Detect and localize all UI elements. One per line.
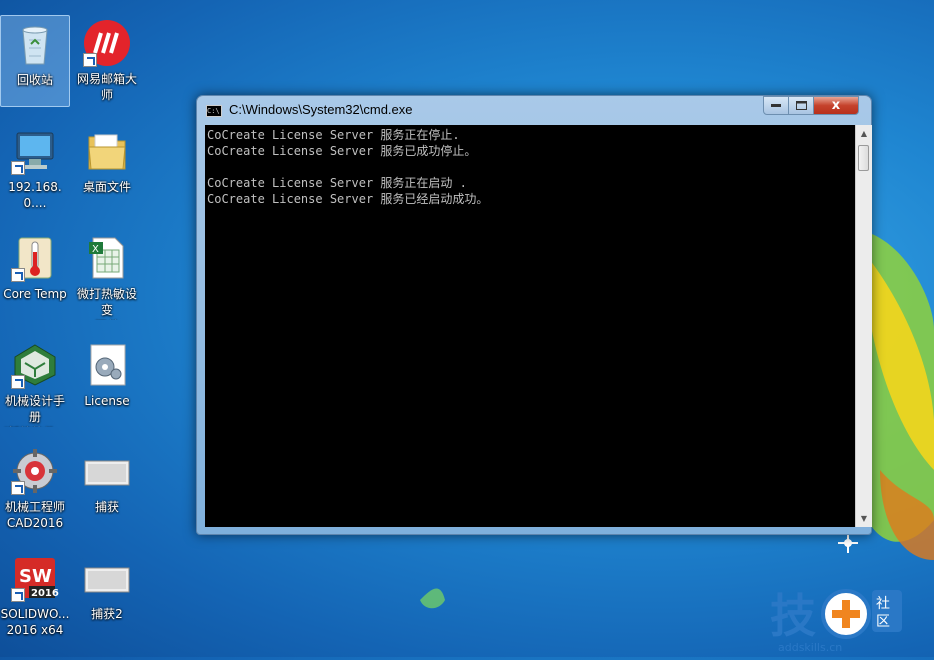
svg-text:X: X <box>92 244 99 255</box>
close-icon: x <box>831 98 841 113</box>
desktop-icon-label: 微打热敏设变 汇总 <box>76 287 137 320</box>
desktop-icon-label: SOLIDWO... 2016 x64 ... <box>0 607 70 640</box>
window-titlebar[interactable]: C:\ C:\Windows\System32\cmd.exe x <box>197 96 871 124</box>
recycle-bin-icon <box>11 20 59 68</box>
desktop-icon-label: 捕获 <box>94 500 119 514</box>
sparkle-decoration <box>838 533 858 553</box>
console-line: CoCreate License Server 服务已经启动成功。 <box>207 192 489 206</box>
watermark-url: addskills.cn <box>778 641 842 654</box>
folder-icon <box>83 127 131 175</box>
desktop-icon-netease-mail[interactable]: 网易邮箱大师 <box>72 15 142 107</box>
desktop-icon-label: 网易邮箱大师 <box>76 72 137 102</box>
desktop-icon-license[interactable]: License <box>72 337 142 429</box>
handbook-app-icon <box>11 341 59 389</box>
console-output[interactable]: CoCreate License Server 服务正在停止. CoCreate … <box>205 125 855 527</box>
cmd-window[interactable]: C:\ C:\Windows\System32\cmd.exe x CoCrea… <box>196 95 872 535</box>
desktop-icon-recycle-bin[interactable]: 回收站 <box>0 15 70 107</box>
image-file-icon <box>83 554 131 602</box>
desktop-icon-capture2[interactable]: 捕获2 <box>72 550 142 642</box>
desktop-icon-network[interactable]: 192.168.0.... <box>0 123 70 215</box>
scroll-down-arrow-icon[interactable]: ▼ <box>856 510 872 527</box>
settings-file-icon <box>83 341 131 389</box>
desktop-icon-solidworks[interactable]: SW 2016 SOLIDWO... 2016 x64 ... <box>0 550 70 642</box>
watermark-logo: 技 社 区 addskills.cn <box>770 589 902 654</box>
shortcut-arrow-icon <box>11 481 25 495</box>
console-line: CoCreate License Server 服务正在停止. <box>207 128 460 142</box>
svg-text:区: 区 <box>876 614 890 630</box>
console-line: CoCreate License Server 服务正在启动 . <box>207 176 467 190</box>
desktop-icon-spreadsheet[interactable]: X 微打热敏设变 汇总 <box>72 230 142 322</box>
desktop-icon-label: 机械设计手册 (新编软件... <box>3 394 67 427</box>
shortcut-arrow-icon <box>11 375 25 389</box>
maximize-icon <box>795 101 807 110</box>
desktop-icon-folder[interactable]: 桌面文件 <box>72 123 142 215</box>
minimize-icon <box>771 103 781 107</box>
console-line: CoCreate License Server 服务已成功停止。 <box>207 144 477 158</box>
minimize-button[interactable] <box>763 96 789 115</box>
desktop-icon-mech-engineer-cad[interactable]: 机械工程师 CAD2016 ... <box>0 443 70 535</box>
shortcut-arrow-icon <box>11 161 25 175</box>
shortcut-arrow-icon <box>11 268 25 282</box>
site-watermark: 技 社 区 addskills.cn <box>768 580 928 657</box>
desktop-icon-core-temp[interactable]: Core Temp <box>0 230 70 322</box>
desktop-icon-label: 机械工程师 CAD2016 ... <box>4 500 65 533</box>
svg-text:SW: SW <box>19 566 52 587</box>
desktop-icon-label: Core Temp <box>3 287 67 301</box>
desktop-icon-label: 192.168.0.... <box>8 180 62 210</box>
desktop-icon-capture[interactable]: 捕获 <box>72 443 142 535</box>
watermark-char: 技 <box>770 589 816 643</box>
desktop-icon-label: 回收站 <box>16 73 53 87</box>
cmd-icon: C:\ <box>206 105 222 117</box>
desktop-icon-mech-handbook[interactable]: 机械设计手册 (新编软件... <box>0 337 70 429</box>
close-button[interactable]: x <box>813 96 859 115</box>
svg-text:社: 社 <box>876 596 890 612</box>
solidworks-icon: SW 2016 <box>11 554 59 602</box>
shortcut-arrow-icon <box>11 588 25 602</box>
shortcut-arrow-icon <box>83 53 97 67</box>
scrollbar-thumb[interactable] <box>858 145 869 171</box>
excel-file-icon: X <box>83 234 131 282</box>
desktop-icon-label: 捕获2 <box>91 607 123 621</box>
desktop-icon-label: 桌面文件 <box>82 180 131 194</box>
desktop-icon-label: License <box>84 394 130 408</box>
cad-app-icon <box>11 447 59 495</box>
console-text: CoCreate License Server 服务正在停止. CoCreate … <box>207 127 488 207</box>
window-title: C:\Windows\System32\cmd.exe <box>229 102 413 117</box>
netease-mail-icon <box>83 19 131 67</box>
maximize-button[interactable] <box>788 96 814 115</box>
scroll-up-arrow-icon[interactable]: ▲ <box>856 125 872 142</box>
thermometer-icon <box>11 234 59 282</box>
image-file-icon <box>83 447 131 495</box>
computer-icon <box>11 127 59 175</box>
svg-text:2016: 2016 <box>31 588 59 599</box>
vertical-scrollbar[interactable]: ▲ ▼ <box>855 125 872 527</box>
